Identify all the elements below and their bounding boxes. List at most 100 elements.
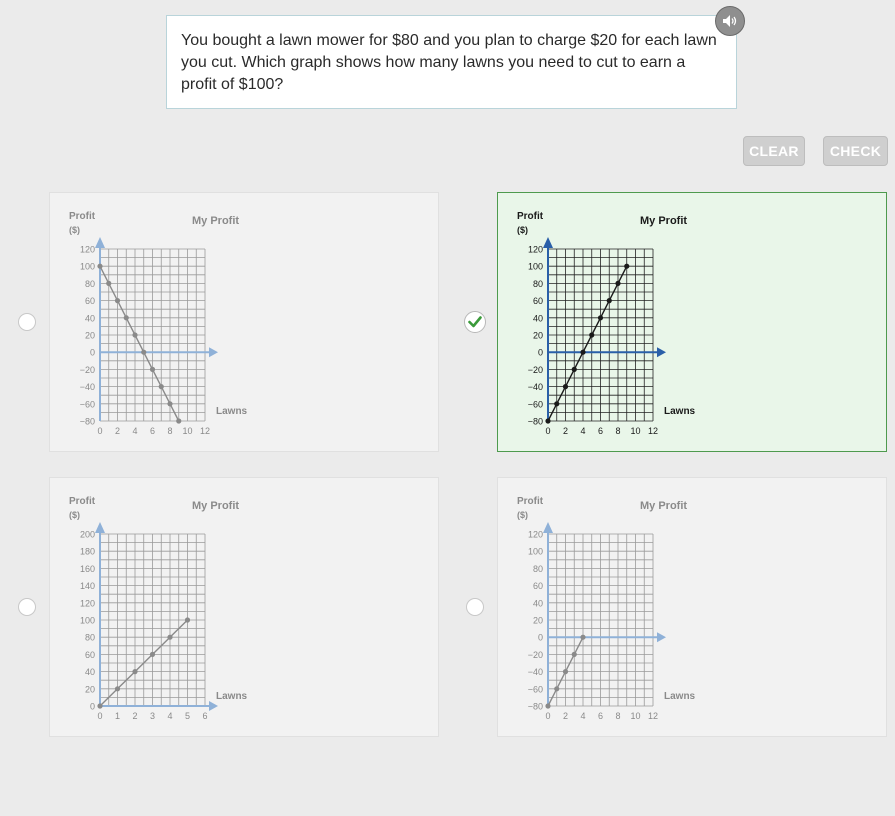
check-button[interactable]: CHECK [823, 136, 888, 166]
data-point [606, 298, 612, 304]
x-tick-label: 6 [202, 711, 207, 721]
y-axis-arrow [543, 237, 553, 248]
y-tick-label: 80 [85, 633, 95, 643]
clear-button[interactable]: CLEAR [743, 136, 805, 166]
data-point [184, 617, 191, 623]
y-tick-label: −20 [528, 650, 543, 660]
x-tick-label: 10 [630, 711, 640, 721]
x-axis-label: Lawns [664, 406, 696, 417]
x-tick-label: 4 [580, 711, 585, 721]
y-tick-label: 40 [85, 313, 95, 323]
y-tick-label: 60 [85, 650, 95, 660]
y-tick-label: 80 [533, 279, 543, 289]
data-point [149, 651, 156, 657]
x-tick-label: 4 [132, 426, 137, 436]
x-tick-label: 4 [167, 711, 172, 721]
radio-option-a[interactable] [18, 313, 36, 331]
y-tick-label: 0 [538, 348, 543, 358]
data-point [132, 332, 138, 338]
y-tick-label: 100 [528, 547, 543, 557]
radio-option-d[interactable] [466, 598, 484, 616]
data-point [562, 669, 569, 675]
y-tick-label: −60 [528, 399, 543, 409]
data-point [97, 263, 103, 269]
x-tick-label: 3 [150, 711, 155, 721]
answer-card-d[interactable]: Profit ($) My Profit Lawns 120 100 80 60 40 20 0 −2… [497, 477, 887, 737]
chart-title: My Profit [640, 215, 687, 227]
data-point [545, 703, 551, 709]
y-tick-label: −40 [528, 382, 543, 392]
data-point [158, 384, 164, 390]
data-point [615, 280, 621, 286]
x-tick-label: 6 [150, 426, 155, 436]
x-tick-label: 12 [648, 426, 658, 436]
x-tick-label: 12 [200, 426, 210, 436]
y-axis-label: Profit [517, 496, 544, 507]
y-axis-unit: ($) [69, 225, 80, 235]
radio-option-c[interactable] [18, 598, 36, 616]
y-tick-label: −80 [528, 702, 543, 712]
data-point [149, 366, 156, 372]
y-tick-label: −60 [528, 684, 543, 694]
chart-title: My Profit [192, 215, 239, 227]
y-tick-label: 100 [528, 262, 543, 272]
y-tick-label: 60 [533, 581, 543, 591]
y-tick-label: 140 [80, 581, 95, 591]
x-tick-label: 5 [185, 711, 190, 721]
data-point [554, 686, 560, 692]
radio-option-b[interactable] [464, 311, 486, 333]
data-point [97, 703, 103, 709]
y-tick-label: 160 [80, 564, 95, 574]
data-point [624, 263, 630, 269]
data-point [167, 401, 173, 407]
x-tick-label: 4 [580, 426, 585, 436]
y-tick-label: 40 [85, 667, 95, 677]
x-tick-label: 2 [132, 711, 137, 721]
x-axis-arrow [209, 347, 218, 358]
y-tick-label: 120 [80, 245, 95, 255]
x-tick-label: 12 [648, 711, 658, 721]
y-tick-label: 120 [528, 530, 543, 540]
data-point [571, 651, 577, 657]
data-point [132, 669, 138, 675]
question-box: You bought a lawn mower for $80 and you … [166, 15, 737, 109]
data-point [141, 349, 147, 355]
data-point [580, 634, 586, 640]
x-axis-label: Lawns [216, 691, 248, 702]
y-axis-unit: ($) [517, 510, 528, 520]
question-text: You bought a lawn mower for $80 and you … [181, 32, 717, 93]
x-axis-arrow [209, 701, 218, 711]
y-tick-label: 20 [533, 616, 543, 626]
y-tick-label: −60 [80, 399, 95, 409]
y-axis-label: Profit [69, 496, 96, 507]
data-point [562, 384, 569, 390]
y-tick-label: 0 [90, 702, 95, 712]
answer-card-b[interactable]: Profit ($) My Profit Lawns 120 100 80 60 40 20 0 −2… [497, 192, 887, 452]
answer-card-a[interactable]: Profit ($) My Profit Lawns 120 100 80 60 40 20 0 −2… [49, 192, 439, 452]
x-tick-label: 2 [563, 711, 568, 721]
answer-card-c[interactable]: Profit ($) My Profit Lawns 200 180 160 140 120 10… [49, 477, 439, 737]
x-tick-label: 2 [115, 426, 120, 436]
y-tick-label: 60 [85, 296, 95, 306]
x-tick-label: 8 [615, 426, 620, 436]
x-axis-arrow [657, 347, 666, 358]
y-tick-label: −40 [80, 382, 95, 392]
y-tick-label: 40 [533, 598, 543, 608]
x-tick-label: 0 [97, 711, 102, 721]
y-tick-label: 60 [533, 296, 543, 306]
y-tick-label: −80 [528, 417, 543, 427]
y-axis-arrow [95, 237, 105, 248]
audio-button[interactable] [715, 6, 745, 36]
x-tick-label: 10 [182, 426, 192, 436]
chart-a: Profit($)My ProfitLawns120100806040200−2… [69, 211, 248, 436]
chart-d: Profit($)My ProfitLawns120100806040200−2… [517, 496, 696, 721]
data-point [176, 418, 182, 424]
x-axis-arrow [657, 632, 666, 643]
x-axis-label: Lawns [216, 406, 248, 417]
y-tick-label: −20 [528, 365, 543, 375]
x-tick-label: 0 [97, 426, 102, 436]
x-tick-label: 0 [545, 711, 550, 721]
chart-title: My Profit [192, 500, 239, 512]
y-tick-label: 80 [533, 564, 543, 574]
data-point [114, 686, 121, 692]
